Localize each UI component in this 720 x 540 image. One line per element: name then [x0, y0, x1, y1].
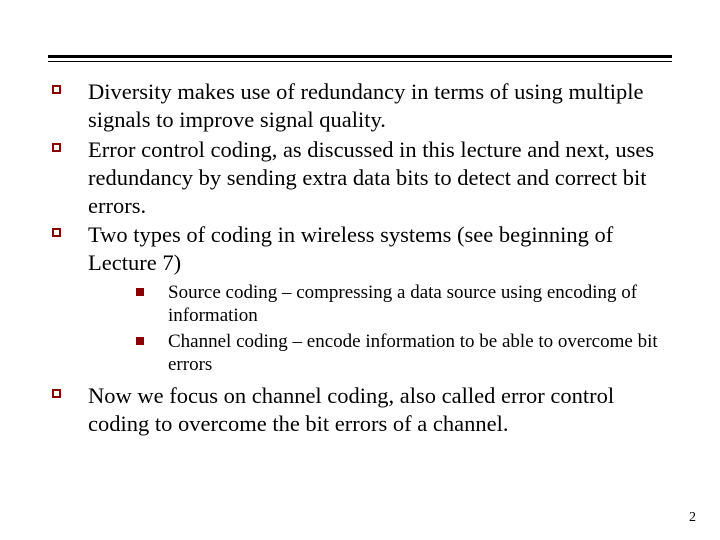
list-item: Source coding – compressing a data sourc… — [88, 281, 672, 327]
bullet-list-level1: Diversity makes use of redundancy in ter… — [48, 78, 672, 438]
list-item: Channel coding – encode information to b… — [88, 330, 672, 376]
content-area: Diversity makes use of redundancy in ter… — [48, 78, 672, 440]
slide: Diversity makes use of redundancy in ter… — [0, 0, 720, 540]
list-item-text: Error control coding, as discussed in th… — [88, 137, 654, 218]
divider-thin — [48, 61, 672, 62]
hollow-square-icon — [52, 389, 61, 398]
list-item-text: Now we focus on channel coding, also cal… — [88, 383, 614, 436]
divider-thick — [48, 55, 672, 58]
filled-square-icon — [136, 337, 144, 345]
list-item: Error control coding, as discussed in th… — [48, 136, 672, 220]
list-item: Diversity makes use of redundancy in ter… — [48, 78, 672, 134]
filled-square-icon — [136, 288, 144, 296]
list-item-text: Channel coding – encode information to b… — [168, 331, 658, 375]
list-item: Two types of coding in wireless systems … — [48, 221, 672, 375]
hollow-square-icon — [52, 228, 61, 237]
hollow-square-icon — [52, 85, 61, 94]
list-item-text: Two types of coding in wireless systems … — [88, 222, 613, 275]
list-item-text: Diversity makes use of redundancy in ter… — [88, 79, 644, 132]
bullet-list-level2: Source coding – compressing a data sourc… — [88, 281, 672, 376]
list-item-text: Source coding – compressing a data sourc… — [168, 282, 637, 326]
page-number: 2 — [689, 510, 696, 526]
list-item: Now we focus on channel coding, also cal… — [48, 382, 672, 438]
hollow-square-icon — [52, 143, 61, 152]
